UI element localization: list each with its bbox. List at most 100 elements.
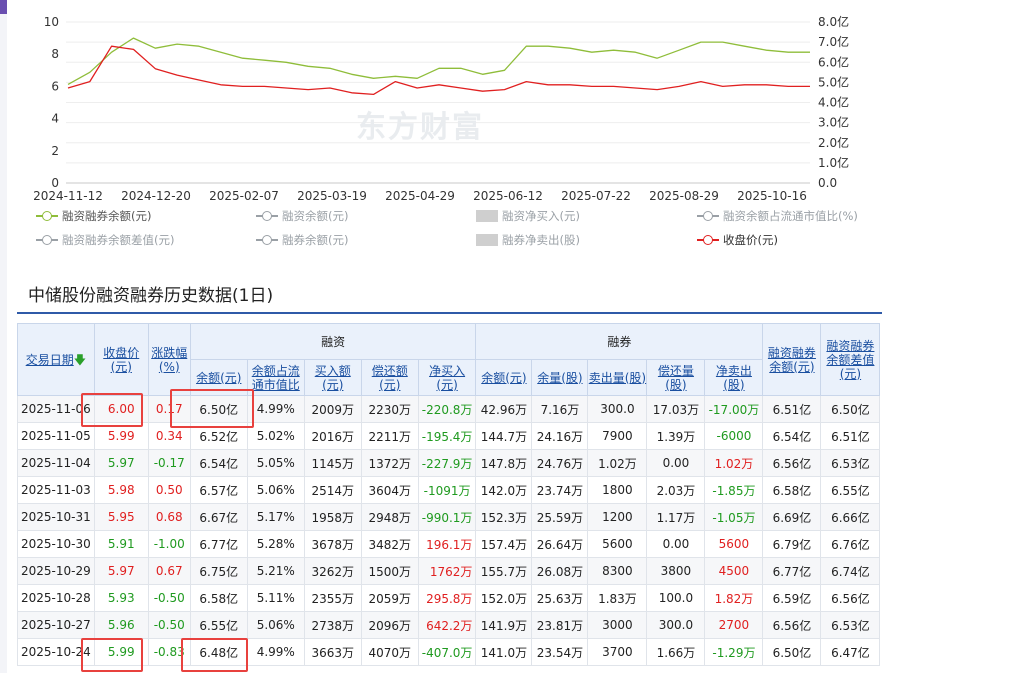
legend-item[interactable]: 融资净买入(元) <box>476 208 580 224</box>
cell-rq-repay: 3800 <box>646 557 706 585</box>
legend-item[interactable]: 融券余额(元) <box>256 232 348 248</box>
cell-rq-net: -1.05万 <box>704 503 764 531</box>
cell-rz-balance: 6.75亿 <box>189 557 248 585</box>
header-rq-sell[interactable]: 卖出量(股) <box>587 359 648 396</box>
cell-rz-ratio: 5.28% <box>246 530 305 558</box>
cell-rz-repay: 2230万 <box>360 395 419 423</box>
cell-rq-repay: 100.0 <box>646 584 706 612</box>
legend-line-icon <box>256 210 278 222</box>
x-tick-label: 2025-06-12 <box>473 189 543 203</box>
legend-item[interactable]: 融资融券余额差值(元) <box>36 232 174 248</box>
y-right-tick-label: 3.0亿 <box>818 115 849 130</box>
y-left-tick-label: 10 <box>44 15 59 29</box>
cell-rz-ratio: 5.02% <box>246 422 305 450</box>
header-rq-volume[interactable]: 余量(股) <box>531 359 589 396</box>
header-rz-buy[interactable]: 买入额(元) <box>303 359 362 396</box>
cell-rq-volume: 26.08万 <box>531 557 589 585</box>
cell-diff: 6.55亿 <box>820 476 881 504</box>
cell-rq-volume: 26.64万 <box>531 530 589 558</box>
cell-rq-sell: 8300 <box>587 557 648 585</box>
cell-rz-net: 196.1万 <box>417 530 477 558</box>
cell-close: 5.98 <box>93 476 149 504</box>
cell-rq-net: 1.82万 <box>704 584 764 612</box>
legend-label: 融资余额(元) <box>282 209 349 223</box>
cell-rz-ratio: 5.05% <box>246 449 305 477</box>
cell-rq-volume: 24.76万 <box>531 449 589 477</box>
cell-total: 6.79亿 <box>762 530 822 558</box>
cell-rz-net: -407.0万 <box>417 638 477 666</box>
cell-rq-repay: 2.03万 <box>646 476 706 504</box>
cell-close: 5.95 <box>93 503 149 531</box>
cell-rz-buy: 3663万 <box>303 638 362 666</box>
legend-label: 融资余额占流通市值比(%) <box>723 209 858 223</box>
table-row: 2025-11-03 5.98 0.50 6.57亿 5.06% 2514万 3604万 -1… <box>17 476 881 504</box>
header-trade-date[interactable]: 交易日期🡇 <box>17 323 95 396</box>
legend-label: 融券净卖出(股) <box>502 233 580 247</box>
legend-label: 融券余额(元) <box>282 233 349 247</box>
cell-rq-balance: 155.7万 <box>475 557 533 585</box>
highlight-box-balance-1024 <box>181 638 248 672</box>
cell-date: 2025-11-03 <box>17 476 95 504</box>
header-close-price[interactable]: 收盘价(元) <box>93 323 149 396</box>
legend-line-icon <box>697 210 719 222</box>
y-right-tick-label: 1.0亿 <box>818 155 849 170</box>
header-balance-diff[interactable]: 融资融券余额差值(元) <box>820 323 881 396</box>
header-rz-repay[interactable]: 偿还额(元) <box>360 359 419 396</box>
legend-item[interactable]: 融资余额占流通市值比(%) <box>697 208 858 224</box>
cell-rq-net: -6000 <box>704 422 764 450</box>
cell-diff: 6.47亿 <box>820 638 881 666</box>
cell-rz-ratio: 5.11% <box>246 584 305 612</box>
cell-close: 5.96 <box>93 611 149 639</box>
y-right-tick-label: 4.0亿 <box>818 95 849 110</box>
x-tick-label: 2025-02-07 <box>209 189 279 203</box>
cell-change: 0.68 <box>147 503 191 531</box>
cell-rz-buy: 3262万 <box>303 557 362 585</box>
y-left-tick-label: 8 <box>51 47 59 61</box>
legend-item[interactable]: 融资余额(元) <box>256 208 348 224</box>
cell-rq-net: -17.00万 <box>704 395 764 423</box>
legend-item[interactable]: 融券净卖出(股) <box>476 232 580 248</box>
legend-item[interactable]: 融资融券余额(元) <box>36 208 151 224</box>
cell-date: 2025-10-30 <box>17 530 95 558</box>
cell-rq-net: 5600 <box>704 530 764 558</box>
cell-rq-net: -1.85万 <box>704 476 764 504</box>
table-row: 2025-10-24 5.99 -0.83 6.48亿 4.99% 3663万 4070万 -… <box>17 638 881 666</box>
cell-rz-buy: 1958万 <box>303 503 362 531</box>
cell-rz-balance: 6.55亿 <box>189 611 248 639</box>
cell-rz-net: 642.2万 <box>417 611 477 639</box>
header-total-balance[interactable]: 融资融券余额(元) <box>762 323 822 396</box>
cell-total: 6.69亿 <box>762 503 822 531</box>
cell-total: 6.51亿 <box>762 395 822 423</box>
cell-rz-repay: 1500万 <box>360 557 419 585</box>
header-rq-net-sell[interactable]: 净卖出(股) <box>704 359 764 396</box>
header-rz-net-buy[interactable]: 净买入(元) <box>417 359 477 396</box>
cell-rq-balance: 144.7万 <box>475 422 533 450</box>
y-right-tick-label: 6.0亿 <box>818 54 849 69</box>
legend-item[interactable]: 收盘价(元) <box>697 232 778 248</box>
table-row: 2025-10-29 5.97 0.67 6.75亿 5.21% 3262万 1500万 17… <box>17 557 881 585</box>
legend-line-icon <box>256 234 278 246</box>
cell-rz-repay: 3604万 <box>360 476 419 504</box>
cell-rz-balance: 6.57亿 <box>189 476 248 504</box>
cell-rz-buy: 1145万 <box>303 449 362 477</box>
cell-rz-buy: 2016万 <box>303 422 362 450</box>
cell-rz-ratio: 5.06% <box>246 476 305 504</box>
cell-rz-net: -195.4万 <box>417 422 477 450</box>
cell-rq-sell: 3000 <box>587 611 648 639</box>
header-rq-balance[interactable]: 余额(元) <box>475 359 533 396</box>
header-change-pct[interactable]: 涨跌幅(%) <box>147 323 191 396</box>
legend-line-icon <box>36 210 58 222</box>
header-rq-repay[interactable]: 偿还量(股) <box>646 359 706 396</box>
series-line-close-price <box>67 45 810 96</box>
cell-rz-net: 295.8万 <box>417 584 477 612</box>
cell-rq-sell: 1800 <box>587 476 648 504</box>
cell-rz-buy: 2738万 <box>303 611 362 639</box>
cell-rq-sell: 3700 <box>587 638 648 666</box>
cell-rq-sell: 7900 <box>587 422 648 450</box>
cell-rz-buy: 2514万 <box>303 476 362 504</box>
cell-diff: 6.50亿 <box>820 395 881 423</box>
cell-rq-balance: 147.8万 <box>475 449 533 477</box>
margin-history-table: 交易日期🡇 收盘价(元) 涨跌幅(%) 融资 融券 融资融券余额(元) 融资融券… <box>17 323 881 666</box>
table-row: 2025-10-30 5.91 -1.00 6.77亿 5.28% 3678万 3482万 1… <box>17 530 881 558</box>
header-rz-ratio[interactable]: 余额占流通市值比 <box>246 359 305 396</box>
